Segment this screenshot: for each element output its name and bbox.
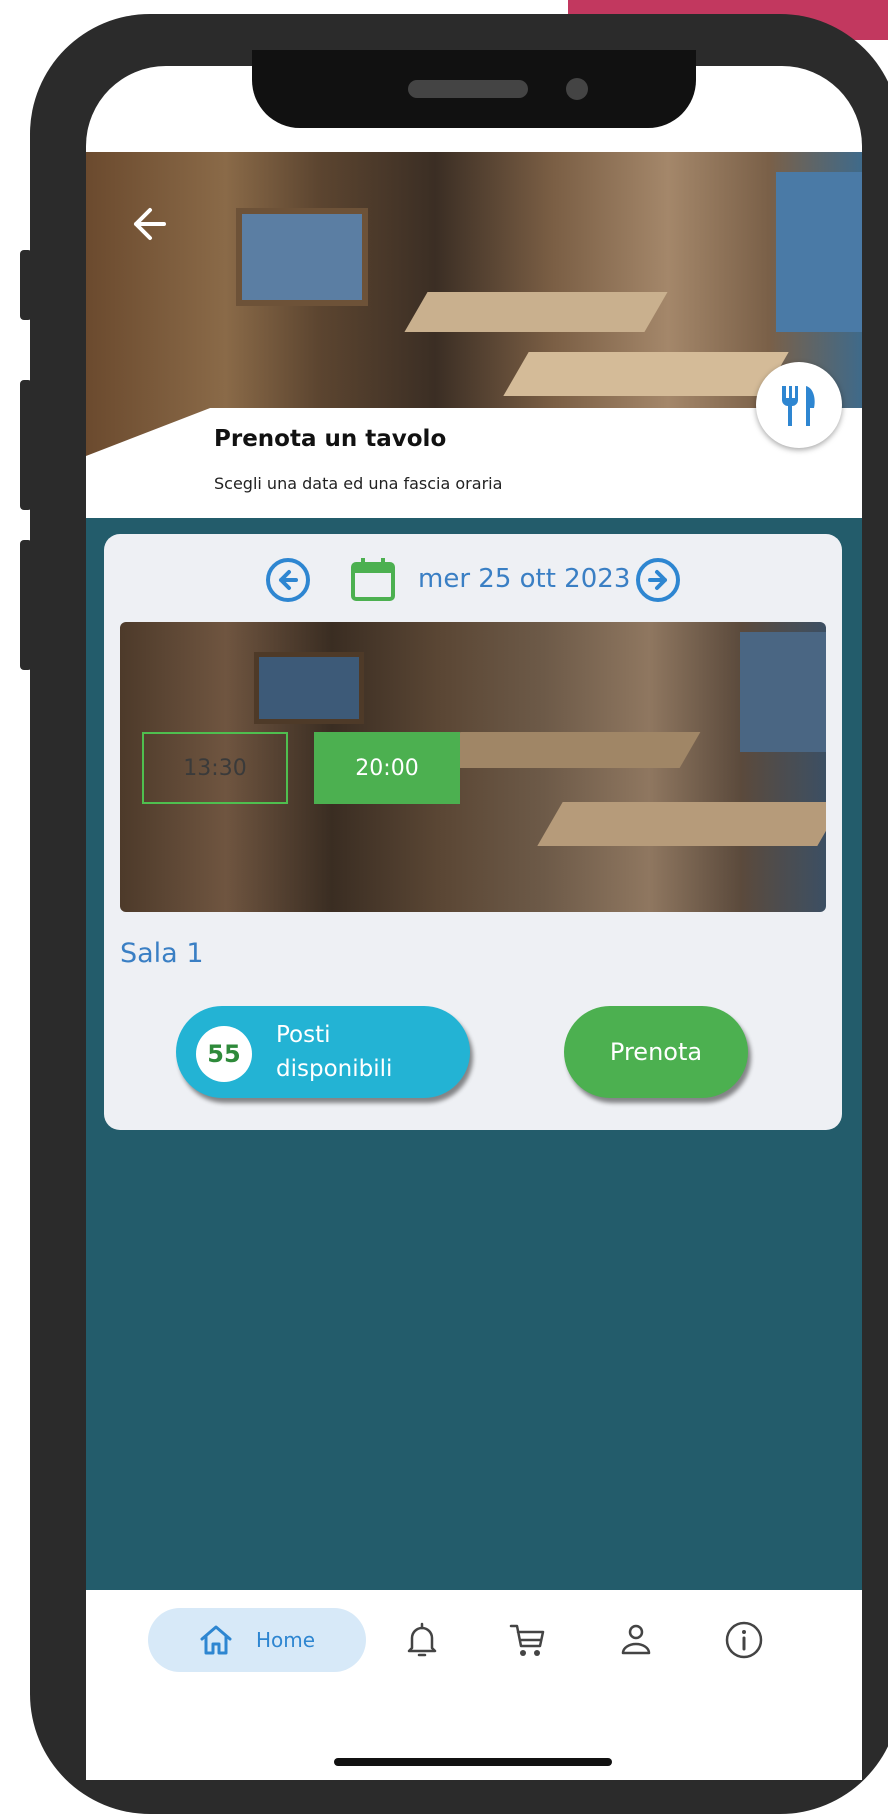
phone-side-button — [20, 540, 32, 670]
room-name: Sala 1 — [120, 938, 204, 969]
time-slot-button[interactable]: 13:30 — [142, 732, 288, 804]
page-subtitle: Scegli una data ed una fascia oraria — [214, 474, 503, 493]
back-arrow-icon[interactable] — [128, 204, 168, 244]
seats-label-line2: disponibili — [276, 1056, 393, 1082]
bell-icon[interactable] — [400, 1618, 444, 1662]
restaurant-hero-image — [86, 152, 862, 518]
phone-speaker — [408, 80, 528, 98]
next-date-button[interactable] — [636, 558, 680, 602]
book-button[interactable]: Prenota — [564, 1006, 748, 1098]
page-title: Prenota un tavolo — [214, 426, 447, 452]
selected-date: mer 25 ott 2023 — [418, 564, 631, 594]
seats-label: Posti disponibili — [276, 1018, 456, 1086]
available-seats-badge: 55 Posti disponibili — [176, 1006, 470, 1098]
seats-label-line1: Posti — [276, 1022, 331, 1048]
nav-home-label[interactable]: Home — [256, 1628, 315, 1652]
header-card — [86, 408, 862, 518]
user-icon[interactable] — [614, 1618, 658, 1662]
home-icon[interactable] — [198, 1622, 234, 1658]
phone-side-button — [20, 380, 32, 510]
cart-icon[interactable] — [506, 1618, 550, 1662]
arrow-right-icon — [648, 570, 667, 590]
phone-camera — [566, 78, 588, 100]
home-indicator — [334, 1758, 612, 1766]
previous-date-button[interactable] — [266, 558, 310, 602]
seats-count: 55 — [196, 1026, 252, 1082]
info-icon[interactable] — [722, 1618, 766, 1662]
fork-knife-icon — [782, 386, 815, 426]
arrow-left-icon — [279, 570, 298, 590]
calendar-icon[interactable] — [350, 556, 396, 602]
phone-side-button — [20, 250, 32, 320]
time-slot-button-selected[interactable]: 20:00 — [314, 732, 460, 804]
restaurant-button[interactable] — [756, 362, 842, 448]
